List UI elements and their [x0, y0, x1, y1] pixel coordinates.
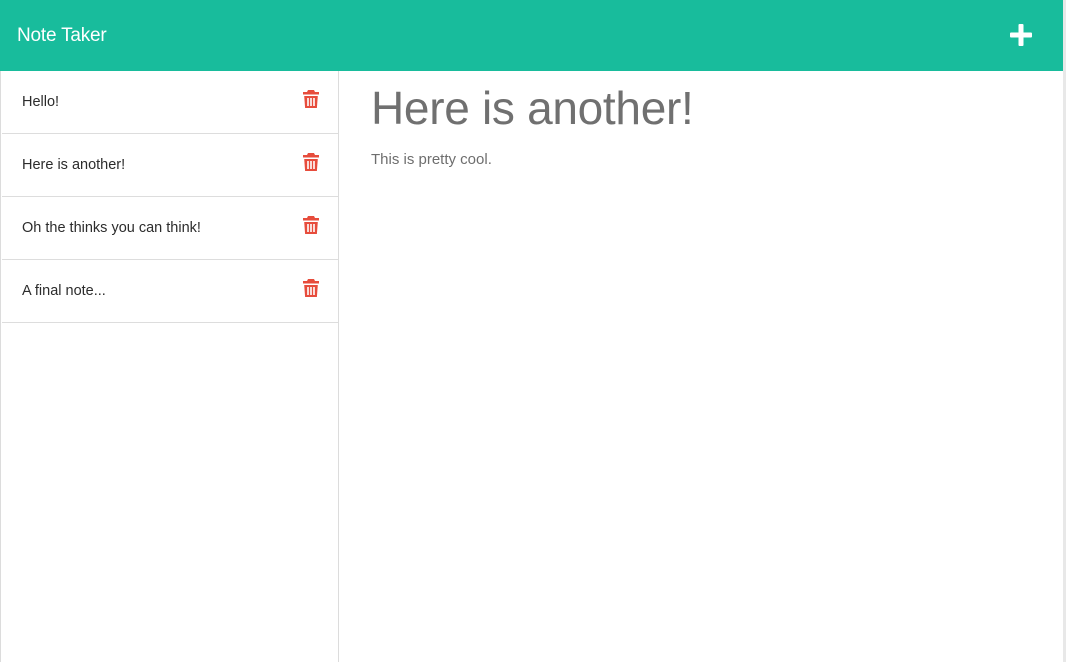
note-list-item[interactable]: Here is another! — [2, 134, 338, 197]
brand-title[interactable]: Note Taker — [17, 25, 107, 47]
note-title-label: A final note... — [22, 283, 106, 299]
trash-icon[interactable] — [302, 89, 320, 109]
navbar: Note Taker — [0, 0, 1063, 71]
note-title-label: Oh the thinks you can think! — [22, 220, 201, 236]
note-title[interactable]: Here is another! — [371, 81, 694, 135]
trash-icon[interactable] — [302, 215, 320, 235]
note-list-item[interactable]: Hello! — [2, 71, 338, 134]
app: Note Taker Hello! Here is another! Oh th… — [0, 0, 1066, 662]
trash-icon[interactable] — [302, 278, 320, 298]
notes-sidebar: Hello! Here is another! Oh the thinks yo… — [0, 71, 339, 662]
note-editor: Here is another! This is pretty cool. — [339, 71, 1063, 662]
note-list-item[interactable]: Oh the thinks you can think! — [2, 197, 338, 260]
note-title-label: Here is another! — [22, 157, 126, 173]
note-list-item[interactable]: A final note... — [2, 260, 338, 323]
note-title-label: Hello! — [22, 94, 60, 110]
plus-icon[interactable] — [1009, 23, 1033, 47]
note-body[interactable]: This is pretty cool. — [371, 151, 492, 168]
note-list: Hello! Here is another! Oh the thinks yo… — [1, 71, 338, 323]
trash-icon[interactable] — [302, 152, 320, 172]
